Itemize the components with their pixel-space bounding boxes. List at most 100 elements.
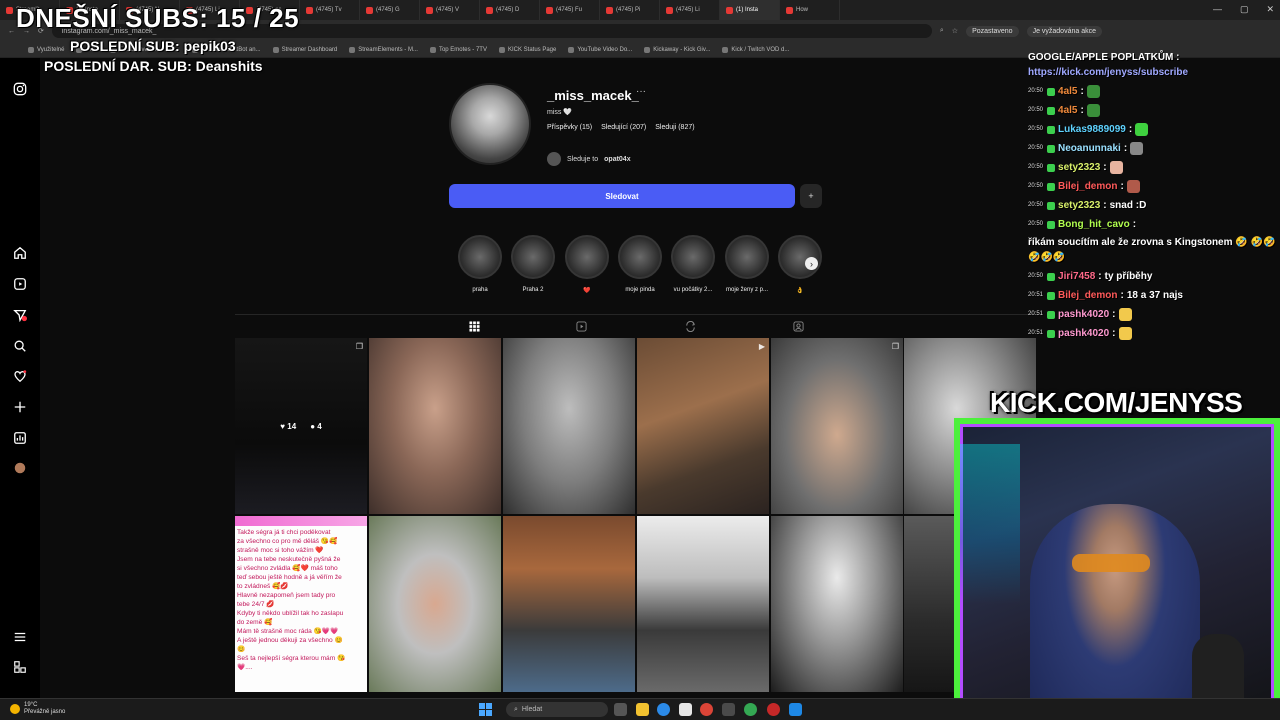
browser-tab[interactable]: (4745) Pi [600, 0, 660, 20]
bookmark-item[interactable]: Kickaway - Kick Giv... [644, 46, 710, 53]
chat-text: ty příběhy [1104, 271, 1153, 282]
followed-by[interactable]: Sleduje to opat04x [547, 152, 631, 166]
tagged-tab-icon[interactable] [791, 319, 805, 333]
sub-badge-icon [1047, 272, 1056, 281]
obs-icon[interactable] [767, 703, 780, 716]
chat-username[interactable]: Bilej_demon [1058, 288, 1117, 303]
chat-text: říkám soucítím ale že zrovna s Kingstone… [1028, 237, 1276, 263]
weather-widget[interactable]: 19°C Převážně jasno [10, 702, 65, 716]
chat-username[interactable]: sety2323 [1058, 160, 1100, 175]
browser-tab[interactable]: (1) Insta [720, 0, 780, 20]
reposts-tab-icon[interactable] [683, 319, 697, 333]
sub-badge-icon [1047, 106, 1056, 115]
chat-username[interactable]: 4al5 [1058, 84, 1077, 99]
chat-username[interactable]: pashk4020 [1058, 307, 1109, 322]
bookmark-item[interactable]: YouTube Video Do... [568, 46, 632, 53]
browser-tab[interactable]: (4745) V [420, 0, 480, 20]
post-tile[interactable]: ❐ [771, 338, 903, 514]
bookmark-label: Využitelné [37, 46, 65, 53]
bookmark-star-icon[interactable]: ☆ [952, 27, 958, 35]
browser-tab[interactable]: (4745) G [360, 0, 420, 20]
story-highlight[interactable]: moje ženy z p... [724, 235, 770, 293]
story-highlight[interactable]: vu počátky 2... [670, 235, 716, 293]
browser-tab[interactable]: (4745) Li [660, 0, 720, 20]
profile-status[interactable]: Pozastaveno [966, 25, 1019, 37]
chrome-profile-icon[interactable] [744, 703, 757, 716]
chat-text: snad :D [1109, 200, 1147, 211]
chat-username[interactable]: Neoanunnaki [1058, 141, 1121, 156]
follow-button[interactable]: Sledovat [449, 184, 795, 208]
zoom-icon[interactable]: ⌕ [940, 27, 944, 35]
bookmark-item[interactable]: KICK Status Page [498, 46, 557, 53]
back-icon[interactable]: ← [8, 28, 15, 35]
following-count[interactable]: Sleduji (827) [655, 124, 694, 131]
notifications-heart-icon[interactable] [11, 367, 29, 385]
followers-count[interactable]: Sledující (207) [601, 124, 646, 131]
chat-message: 20:50 4al5: [1028, 84, 1278, 99]
post-tile[interactable] [503, 516, 635, 692]
post-tile-text-note[interactable]: Takže ségra já ti chci poděkovat za všec… [235, 516, 367, 692]
chat-username[interactable]: 4al5 [1058, 103, 1077, 118]
browser-tab[interactable]: (4745) Fu [540, 0, 600, 20]
bookmark-item[interactable]: Kick / Twitch VOD d... [722, 46, 789, 53]
start-button[interactable] [479, 703, 492, 716]
app-icon[interactable] [789, 703, 802, 716]
post-tile[interactable]: ▶ [637, 338, 769, 514]
chat-message: 20:50 sety2323: [1028, 160, 1278, 175]
profile-avatar[interactable] [449, 83, 531, 165]
bookmark-item[interactable]: StreamElements - M... [349, 46, 418, 53]
edge-icon[interactable] [657, 703, 670, 716]
minimize-icon[interactable]: — [1213, 4, 1222, 15]
reels-icon[interactable] [11, 275, 29, 293]
file-explorer-icon[interactable] [636, 703, 649, 716]
posts-grid-icon[interactable] [467, 319, 481, 333]
close-icon[interactable]: ✕ [1266, 4, 1274, 15]
update-button[interactable]: Je vyžadována akce [1026, 25, 1102, 37]
mail-icon[interactable] [722, 703, 735, 716]
post-tile[interactable] [637, 516, 769, 692]
messages-icon[interactable] [11, 306, 29, 324]
bookmark-item[interactable]: Využitelné [28, 46, 65, 53]
tab-favicon-icon [306, 6, 313, 14]
post-tile[interactable] [771, 516, 903, 692]
maximize-icon[interactable]: ▢ [1240, 4, 1249, 15]
store-icon[interactable] [679, 703, 692, 716]
chat-username[interactable]: Jiri7458 [1058, 269, 1095, 284]
browser-tab[interactable]: How [780, 0, 840, 20]
chat-username[interactable]: pashk4020 [1058, 326, 1109, 341]
reels-tab-icon[interactable] [574, 319, 588, 333]
home-icon[interactable] [11, 244, 29, 262]
taskbar-search[interactable]: ⌕ Hledat [506, 702, 608, 717]
chat-username[interactable]: Bilej_demon [1058, 179, 1117, 194]
post-tile[interactable]: ❐ ♥ 14 ● 4 [235, 338, 367, 514]
instagram-logo-icon[interactable] [11, 80, 29, 98]
suggested-accounts-button[interactable]: + [800, 184, 822, 208]
story-highlight[interactable]: ❤️ [564, 235, 610, 294]
profile-avatar-icon[interactable] [11, 459, 29, 477]
create-plus-icon[interactable] [11, 398, 29, 416]
chat-username[interactable]: Lukas9889099 [1058, 122, 1126, 137]
chrome-icon[interactable] [700, 703, 713, 716]
search-icon[interactable] [11, 337, 29, 355]
story-highlight[interactable]: Praha 2 [510, 235, 556, 293]
menu-icon[interactable] [11, 628, 29, 646]
bookmark-item[interactable]: Streamer Dashboard [272, 46, 337, 53]
story-highlight[interactable]: moje pinda [617, 235, 663, 293]
chat-username[interactable]: Bong_hit_cavo [1058, 217, 1130, 232]
task-view-icon[interactable] [614, 703, 627, 716]
post-tile[interactable] [369, 338, 501, 514]
bookmark-label: KICK Status Page [507, 46, 557, 53]
more-options-icon[interactable]: ··· [636, 86, 646, 97]
story-highlight[interactable]: praha [457, 235, 503, 293]
sub-badge-icon [1047, 182, 1056, 191]
dashboard-icon[interactable] [11, 429, 29, 447]
posts-count[interactable]: Příspěvky (15) [547, 124, 592, 131]
browser-tab[interactable]: (4745) D [480, 0, 540, 20]
bookmark-item[interactable]: Top Emotes - 7TV [429, 46, 487, 53]
post-tile[interactable] [369, 516, 501, 692]
post-tile[interactable] [503, 338, 635, 514]
browser-tab[interactable]: (4745) Tv [300, 0, 360, 20]
threads-icon[interactable] [11, 658, 29, 676]
chat-username[interactable]: sety2323 [1058, 198, 1100, 213]
highlights-next-icon[interactable]: › [805, 257, 818, 270]
